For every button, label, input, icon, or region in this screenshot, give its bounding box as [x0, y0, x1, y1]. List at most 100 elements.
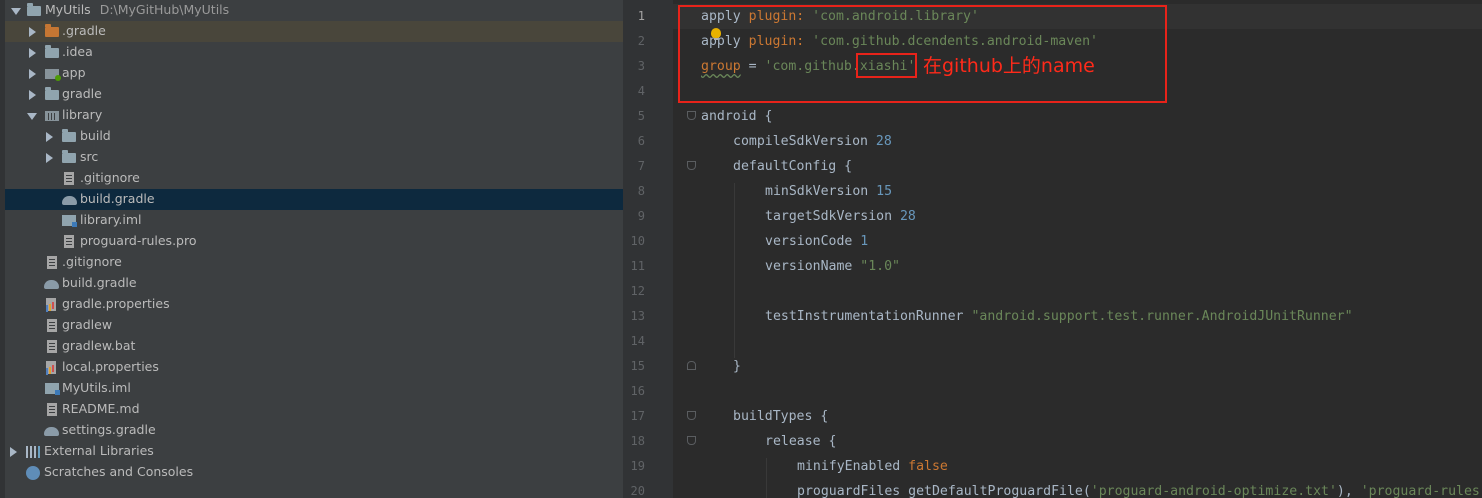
code-line-11[interactable]: versionName "1.0" — [765, 254, 900, 279]
line-number-gutter — [623, 0, 673, 498]
line-number: 14 — [630, 334, 645, 348]
tree-item-label: gradle — [62, 86, 102, 101]
file-icon — [64, 235, 74, 248]
code-line-10[interactable]: versionCode 1 — [765, 229, 868, 254]
code-line-19[interactable]: minifyEnabled false — [797, 454, 948, 479]
tree-item-label: gradle.properties — [62, 296, 170, 311]
line-number: 20 — [630, 484, 645, 498]
indent-guide — [734, 183, 735, 358]
tree-item-label: build.gradle — [62, 275, 137, 290]
folder-icon — [45, 45, 59, 58]
code-line-18[interactable]: release { — [765, 429, 836, 454]
tree-root-myutils[interactable]: MyUtils D:\MyGitHub\MyUtils — [5, 0, 623, 21]
root-path: D:\MyGitHub\MyUtils — [99, 2, 230, 17]
line-number: 5 — [637, 109, 645, 123]
tree-item-gradle[interactable]: gradle — [5, 84, 623, 105]
tree-item-library-build-gradle[interactable]: build.gradle — [5, 189, 623, 210]
code-line-13[interactable]: testInstrumentationRunner "android.suppo… — [765, 304, 1353, 329]
tree-item-label: gradlew.bat — [62, 338, 136, 353]
indent-guide — [766, 458, 767, 498]
line-number: 3 — [637, 59, 645, 73]
tree-item-label: gradlew — [62, 317, 113, 332]
tree-item-scratches[interactable]: Scratches and Consoles — [5, 462, 623, 483]
tree-item-app[interactable]: app — [5, 63, 623, 84]
tree-item-label: library.iml — [80, 212, 142, 227]
folder-icon — [27, 3, 41, 16]
iml-icon — [45, 383, 60, 395]
annotation-text: 在github上的name — [923, 55, 1095, 77]
tree-item-label: build — [80, 128, 111, 143]
code-line-9[interactable]: targetSdkVersion 28 — [765, 204, 916, 229]
annotation-box-github-name — [856, 53, 917, 78]
chevron-right-icon[interactable] — [29, 48, 36, 58]
tree-item-label: .gitignore — [62, 254, 122, 269]
code-line-7[interactable]: defaultConfig { — [733, 154, 852, 179]
line-number: 18 — [630, 434, 645, 448]
tree-item-build[interactable]: build — [5, 126, 623, 147]
tree-item-proguard-rules[interactable]: proguard-rules.pro — [5, 231, 623, 252]
tree-item-library-iml[interactable]: library.iml — [5, 210, 623, 231]
gradle-icon — [44, 280, 59, 289]
gradle-icon — [44, 427, 59, 436]
tree-item-gradle-properties[interactable]: gradle.properties — [5, 294, 623, 315]
fold-toggle-icon[interactable] — [687, 111, 696, 120]
tree-item-gradlew-bat[interactable]: gradlew.bat — [5, 336, 623, 357]
gradle-icon — [62, 196, 77, 205]
line-number: 10 — [630, 234, 645, 248]
file-icon — [47, 340, 57, 353]
code-line-6[interactable]: compileSdkVersion 28 — [733, 129, 892, 154]
properties-icon — [46, 361, 56, 374]
tree-item-gitignore[interactable]: .gitignore — [5, 252, 623, 273]
line-number: 13 — [630, 309, 645, 323]
tree-item-build-gradle[interactable]: build.gradle — [5, 273, 623, 294]
tree-item-settings-gradle[interactable]: settings.gradle — [5, 420, 623, 441]
chevron-right-icon[interactable] — [29, 90, 36, 100]
chevron-down-icon[interactable] — [11, 8, 21, 15]
fold-toggle-icon[interactable] — [687, 161, 696, 170]
chevron-down-icon[interactable] — [27, 113, 37, 120]
tree-item-label: settings.gradle — [62, 422, 156, 437]
tree-item-dot-gradle[interactable]: .gradle — [5, 21, 623, 42]
folder-orange-icon — [45, 24, 59, 37]
tree-item-readme[interactable]: README.md — [5, 399, 623, 420]
chevron-right-icon[interactable] — [46, 153, 53, 163]
scratches-icon — [26, 466, 40, 480]
tree-item-myutils-iml[interactable]: MyUtils.iml — [5, 378, 623, 399]
folder-icon — [62, 129, 76, 142]
code-line-20[interactable]: proguardFiles getDefaultProguardFile('pr… — [797, 479, 1480, 498]
chevron-right-icon[interactable] — [46, 132, 53, 142]
code-line-15[interactable]: } — [733, 354, 741, 379]
code-line-5[interactable]: android { — [701, 104, 772, 129]
line-number: 16 — [630, 384, 645, 398]
fold-toggle-icon[interactable] — [687, 361, 696, 370]
tree-item-library-gitignore[interactable]: .gitignore — [5, 168, 623, 189]
chevron-right-icon[interactable] — [10, 447, 17, 457]
tree-item-label: .gitignore — [80, 170, 140, 185]
tree-item-src[interactable]: src — [5, 147, 623, 168]
fold-toggle-icon[interactable] — [687, 436, 696, 445]
tree-item-label: README.md — [62, 401, 140, 416]
code-line-17[interactable]: buildTypes { — [733, 404, 828, 429]
iml-icon — [62, 215, 77, 227]
line-number: 4 — [637, 84, 645, 98]
tree-item-gradlew[interactable]: gradlew — [5, 315, 623, 336]
module-icon — [45, 69, 61, 81]
chevron-right-icon[interactable] — [29, 69, 36, 79]
chevron-right-icon[interactable] — [29, 27, 36, 37]
tree-item-label: Scratches and Consoles — [44, 464, 194, 479]
line-number: 17 — [630, 409, 645, 423]
root-name: MyUtils — [45, 2, 91, 17]
libraries-icon — [26, 446, 40, 458]
tree-item-local-properties[interactable]: local.properties — [5, 357, 623, 378]
tree-item-external-libraries[interactable]: External Libraries — [5, 441, 623, 462]
tree-item-idea[interactable]: .idea — [5, 42, 623, 63]
code-editor[interactable]: 1 2 3 4 5 6 7 8 9 10 11 12 13 14 15 16 1… — [623, 0, 1482, 498]
tree-item-library[interactable]: library — [5, 105, 623, 126]
fold-toggle-icon[interactable] — [687, 411, 696, 420]
code-line-8[interactable]: minSdkVersion 15 — [765, 179, 892, 204]
library-module-icon — [45, 111, 59, 121]
tree-item-label: src — [80, 149, 99, 164]
tree-item-label: local.properties — [62, 359, 159, 374]
file-icon — [47, 256, 57, 269]
tree-item-label: MyUtils.iml — [62, 380, 131, 395]
